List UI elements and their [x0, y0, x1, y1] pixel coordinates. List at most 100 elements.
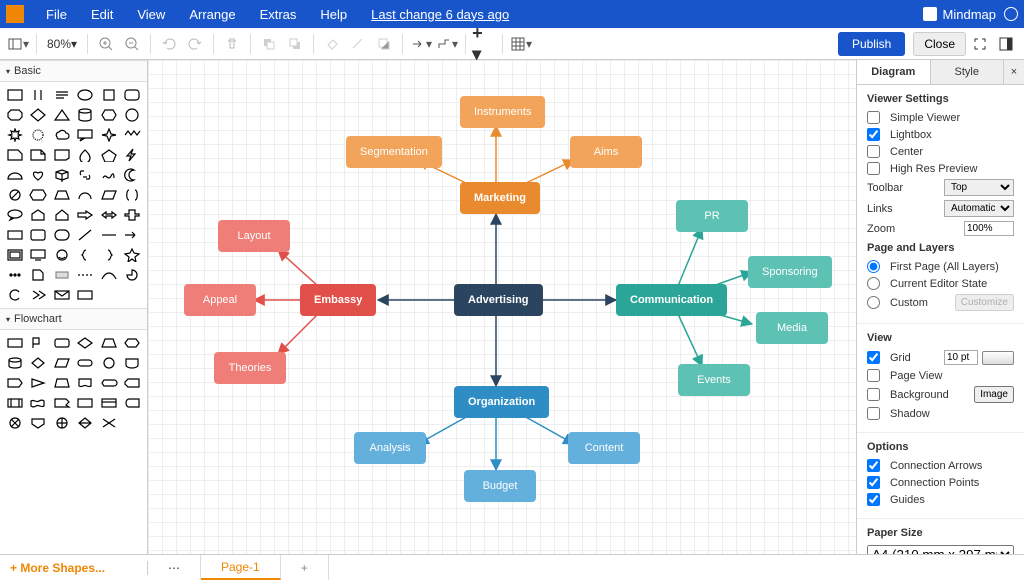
shape-cloud[interactable] — [51, 126, 73, 144]
view-mode-button[interactable]: ▾ — [6, 32, 30, 56]
shape-note[interactable] — [28, 146, 50, 164]
fshape-off[interactable] — [28, 414, 50, 432]
fshape-diamond[interactable] — [75, 334, 97, 352]
line-icon[interactable] — [346, 32, 370, 56]
shape-bolt[interactable] — [122, 146, 144, 164]
fshape-sort[interactable] — [75, 414, 97, 432]
connection-arrows-checkbox[interactable] — [867, 459, 880, 472]
fshape-circ[interactable] — [98, 354, 120, 372]
fshape-disp[interactable] — [98, 374, 120, 392]
menu-edit[interactable]: Edit — [79, 7, 125, 22]
guides-checkbox[interactable] — [867, 493, 880, 506]
shape-octagon[interactable] — [4, 106, 26, 124]
shape-arc[interactable] — [75, 186, 97, 204]
fshape-round[interactable] — [51, 334, 73, 352]
toolbar-select[interactable]: Top — [944, 179, 1014, 196]
shape-rect6[interactable] — [51, 266, 73, 284]
shape-rect5[interactable] — [51, 226, 73, 244]
shape-semicircle[interactable] — [4, 166, 26, 184]
customize-button[interactable]: Customize — [955, 294, 1014, 311]
grid-checkbox[interactable] — [867, 351, 880, 364]
shape-pent2[interactable] — [28, 206, 50, 224]
fshape-rect[interactable] — [4, 334, 26, 352]
background-checkbox[interactable] — [867, 388, 880, 401]
zoom-level[interactable]: 80% ▾ — [43, 37, 81, 51]
node-communication[interactable]: Communication — [616, 284, 727, 316]
shape-cut[interactable] — [4, 146, 26, 164]
format-panel-icon[interactable] — [994, 32, 1018, 56]
close-button[interactable]: Close — [913, 32, 966, 56]
shape-burst8[interactable] — [4, 126, 26, 144]
first-page-radio[interactable] — [867, 260, 880, 273]
shape-arrow-lr[interactable] — [98, 206, 120, 224]
shape-brace-r[interactable] — [98, 246, 120, 264]
fshape-hex[interactable] — [122, 334, 144, 352]
fshape-term[interactable] — [75, 354, 97, 372]
simple-viewer-checkbox[interactable] — [867, 111, 880, 124]
shape-bracket[interactable] — [122, 186, 144, 204]
fshape-db[interactable] — [4, 354, 26, 372]
document-name[interactable]: Mindmap — [943, 7, 996, 22]
node-content[interactable]: Content — [568, 432, 640, 464]
paper-size-select[interactable]: A4 (210 mm x 297 mm) — [867, 545, 1014, 554]
shape-brace-l[interactable] — [75, 246, 97, 264]
fshape-col[interactable] — [98, 414, 120, 432]
menu-extras[interactable]: Extras — [248, 7, 309, 22]
shape-burst12[interactable] — [28, 126, 50, 144]
publish-button[interactable]: Publish — [838, 32, 905, 56]
shape-dash[interactable] — [75, 266, 97, 284]
shape-hex2[interactable] — [28, 186, 50, 204]
page-tab-1[interactable]: Page-1 — [201, 555, 281, 580]
shape-star4[interactable] — [98, 126, 120, 144]
globe-icon[interactable] — [1004, 7, 1018, 21]
to-back-icon[interactable] — [283, 32, 307, 56]
shape-scribble[interactable] — [98, 166, 120, 184]
fullscreen-icon[interactable] — [968, 32, 992, 56]
shape-ellipse[interactable] — [75, 86, 97, 104]
add-page-icon[interactable]: + — [281, 555, 329, 580]
shape-rect[interactable] — [4, 86, 26, 104]
fshape-par[interactable] — [51, 354, 73, 372]
fshape-tape[interactable] — [51, 394, 73, 412]
undo-icon[interactable] — [157, 32, 181, 56]
fshape-doc[interactable] — [75, 374, 97, 392]
fshape-flag[interactable] — [28, 334, 50, 352]
fshape-r3[interactable] — [98, 394, 120, 412]
background-image-button[interactable]: Image — [974, 386, 1014, 403]
shadow-icon[interactable] — [372, 32, 396, 56]
node-theories[interactable]: Theories — [214, 352, 286, 384]
shape-star5[interactable] — [122, 246, 144, 264]
shape-cube[interactable] — [51, 166, 73, 184]
redo-icon[interactable] — [183, 32, 207, 56]
fshape-dia2[interactable] — [28, 354, 50, 372]
shape-diamond[interactable] — [28, 106, 50, 124]
current-editor-radio[interactable] — [867, 277, 880, 290]
comment-icon[interactable] — [923, 7, 937, 21]
shape-env[interactable] — [51, 286, 73, 304]
shape-chev[interactable] — [28, 286, 50, 304]
shape-cross[interactable] — [122, 206, 144, 224]
node-segmentation[interactable]: Segmentation — [346, 136, 442, 168]
node-organization[interactable]: Organization — [454, 386, 549, 418]
shape-dots[interactable] — [4, 266, 26, 284]
pageview-checkbox[interactable] — [867, 369, 880, 382]
grid-color-swatch[interactable] — [982, 351, 1014, 365]
canvas[interactable]: Advertising Marketing Segmentation Instr… — [148, 60, 856, 554]
lightbox-checkbox[interactable] — [867, 128, 880, 141]
node-media[interactable]: Media — [756, 312, 828, 344]
node-embassy[interactable]: Embassy — [300, 284, 376, 316]
shape-text[interactable] — [51, 86, 73, 104]
shape-frame[interactable] — [4, 246, 26, 264]
fshape-or[interactable] — [51, 414, 73, 432]
node-analysis[interactable]: Analysis — [354, 432, 426, 464]
to-front-icon[interactable] — [257, 32, 281, 56]
shape-trap[interactable] — [51, 186, 73, 204]
tab-diagram[interactable]: Diagram — [857, 60, 931, 84]
center-checkbox[interactable] — [867, 145, 880, 158]
shadow-checkbox[interactable] — [867, 407, 880, 420]
tab-close-icon[interactable]: × — [1004, 60, 1024, 84]
shape-arrow-r[interactable] — [75, 206, 97, 224]
last-change-link[interactable]: Last change 6 days ago — [359, 7, 521, 22]
shape-line2[interactable] — [98, 226, 120, 244]
grid-size-input[interactable] — [944, 350, 978, 365]
